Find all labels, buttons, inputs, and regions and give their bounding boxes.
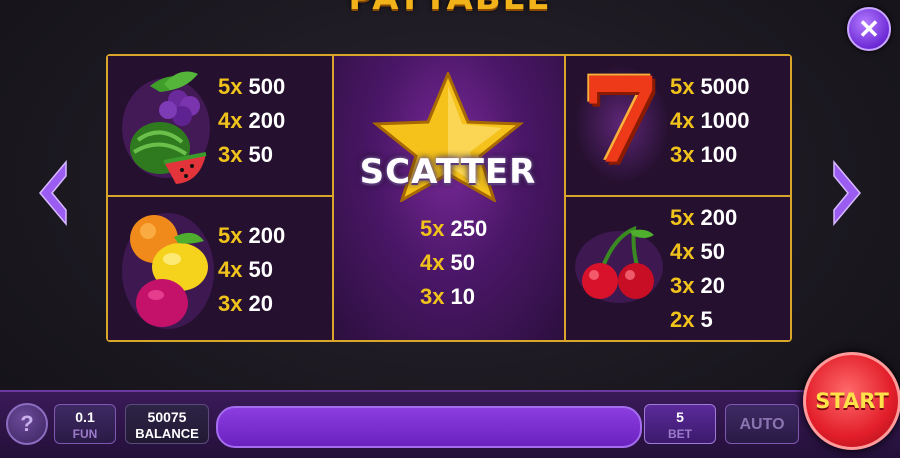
pay-row: 3x 100 bbox=[670, 138, 749, 172]
pay-count: 4x bbox=[670, 239, 695, 264]
cherry-pays: 5x 200 4x 50 3x 20 2x 5 bbox=[670, 201, 737, 337]
pay-count: 5x bbox=[420, 216, 445, 241]
pay-row: 4x 200 bbox=[218, 104, 285, 138]
seven-pays: 5x 5000 4x 1000 3x 100 bbox=[670, 70, 749, 172]
pay-count: 4x bbox=[420, 250, 445, 275]
pay-row: 5x 5000 bbox=[670, 70, 749, 104]
bet-label: BET bbox=[668, 427, 692, 441]
pay-count: 5x bbox=[218, 74, 243, 99]
fun-display[interactable]: 0.1 FUN bbox=[54, 404, 116, 444]
pay-value: 100 bbox=[700, 142, 738, 167]
pay-count: 4x bbox=[218, 257, 243, 282]
paytable-board: 5x 500 4x 200 3x 50 5x 200 4x 50 3x 20 SCATTER bbox=[106, 51, 792, 342]
pay-count: 5x bbox=[218, 223, 243, 248]
pay-value: 50 bbox=[700, 239, 725, 264]
arrow-left-icon[interactable] bbox=[36, 160, 70, 226]
grapes-watermelon-icon bbox=[122, 71, 210, 184]
balance-value: 50075 bbox=[147, 409, 187, 425]
pay-row: 5x 200 bbox=[670, 201, 737, 235]
pay-row: 4x 50 bbox=[420, 246, 487, 280]
paytable-cell-mixed-fruit: 5x 500 4x 200 3x 50 bbox=[108, 56, 334, 197]
pay-count: 4x bbox=[670, 108, 695, 133]
question-icon: ? bbox=[20, 411, 34, 436]
pay-row: 2x 5 bbox=[670, 303, 737, 337]
fun-value: 0.1 bbox=[75, 409, 95, 425]
pay-value: 500 bbox=[248, 74, 286, 99]
pay-value: 200 bbox=[700, 205, 738, 230]
pay-count: 3x bbox=[218, 291, 243, 316]
start-button[interactable]: START bbox=[803, 352, 900, 450]
pay-value: 50 bbox=[248, 142, 273, 167]
auto-button[interactable]: AUTO bbox=[725, 404, 799, 444]
scatter-label: SCATTER bbox=[359, 152, 537, 192]
scatter-pays: 5x 250 4x 50 3x 10 bbox=[420, 212, 487, 314]
pay-row: 4x 50 bbox=[218, 253, 285, 287]
pay-row: 5x 200 bbox=[218, 219, 285, 253]
pay-row: 5x 500 bbox=[218, 70, 285, 104]
paytable-cell-citrus-plum: 5x 200 4x 50 3x 20 bbox=[108, 197, 334, 340]
start-label: START bbox=[815, 389, 889, 413]
pay-value: 20 bbox=[700, 273, 725, 298]
pay-value: 20 bbox=[248, 291, 273, 316]
pay-count: 3x bbox=[670, 273, 695, 298]
mixed-fruit-pays: 5x 500 4x 200 3x 50 bbox=[218, 70, 285, 172]
pay-count: 5x bbox=[670, 205, 695, 230]
paytable-cell-seven: 7 5x 5000 4x 1000 3x 100 bbox=[566, 51, 790, 197]
pay-row: 3x 10 bbox=[420, 280, 487, 314]
pay-count: 2x bbox=[670, 307, 695, 332]
pay-value: 50 bbox=[450, 250, 475, 275]
pay-count: 3x bbox=[218, 142, 243, 167]
cherry-icon bbox=[575, 225, 663, 303]
pay-row: 3x 50 bbox=[218, 138, 285, 172]
paytable-cell-cherry: 5x 200 4x 50 3x 20 2x 5 bbox=[566, 197, 790, 340]
pay-value: 5 bbox=[700, 307, 713, 332]
auto-label: AUTO bbox=[739, 416, 785, 433]
paytable-cell-scatter: SCATTER 5x 250 4x 50 3x 10 bbox=[334, 56, 566, 340]
orange-lemon-plum-icon bbox=[122, 213, 214, 329]
pay-value: 200 bbox=[248, 108, 286, 133]
arrow-right-icon[interactable] bbox=[830, 160, 864, 226]
pay-count: 3x bbox=[670, 142, 695, 167]
pay-row: 3x 20 bbox=[670, 269, 737, 303]
pay-value: 250 bbox=[450, 216, 488, 241]
pay-count: 3x bbox=[420, 284, 445, 309]
close-button[interactable]: ✕ bbox=[847, 7, 891, 51]
help-button[interactable]: ? bbox=[6, 403, 48, 445]
pay-value: 200 bbox=[248, 223, 286, 248]
balance-label: BALANCE bbox=[135, 426, 199, 441]
close-icon: ✕ bbox=[858, 13, 880, 44]
bet-display[interactable]: 5 BET bbox=[644, 404, 716, 444]
pay-value: 50 bbox=[248, 257, 273, 282]
pay-row: 4x 1000 bbox=[670, 104, 749, 138]
balance-display: 50075 BALANCE bbox=[125, 404, 209, 444]
seven-symbol: 7 bbox=[580, 51, 663, 190]
citrus-plum-pays: 5x 200 4x 50 3x 20 bbox=[218, 219, 285, 321]
pay-value: 1000 bbox=[700, 108, 750, 133]
progress-bar bbox=[216, 406, 642, 448]
page-title: PAYTABLE bbox=[0, 0, 900, 18]
bet-value: 5 bbox=[676, 409, 684, 425]
pay-value: 5000 bbox=[700, 74, 750, 99]
pay-row: 4x 50 bbox=[670, 235, 737, 269]
pay-count: 4x bbox=[218, 108, 243, 133]
pay-value: 10 bbox=[450, 284, 475, 309]
pay-count: 5x bbox=[670, 74, 695, 99]
pay-row: 5x 250 bbox=[420, 212, 487, 246]
pay-row: 3x 20 bbox=[218, 287, 285, 321]
fun-label: FUN bbox=[72, 427, 98, 441]
